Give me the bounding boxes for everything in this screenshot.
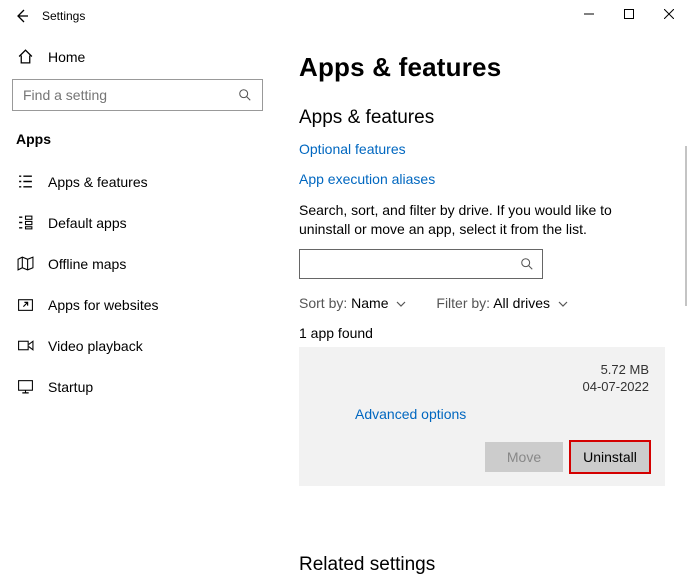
- app-search-box[interactable]: [299, 249, 543, 279]
- sidebar-item-apps-websites[interactable]: Apps for websites: [0, 284, 275, 325]
- video-icon: [16, 337, 34, 354]
- filter-by-dropdown[interactable]: Filter by: All drives: [436, 295, 568, 311]
- page-title: Apps & features: [299, 52, 665, 83]
- sidebar-item-label: Video playback: [48, 338, 143, 354]
- sidebar-item-startup[interactable]: Startup: [0, 366, 275, 407]
- sidebar-item-apps-features[interactable]: Apps & features: [0, 161, 275, 202]
- close-icon: [664, 9, 674, 19]
- startup-icon: [16, 378, 34, 395]
- list-icon: [16, 173, 34, 190]
- sort-label: Sort by:: [299, 295, 347, 311]
- filter-label: Filter by:: [436, 295, 490, 311]
- sort-by-dropdown[interactable]: Sort by: Name: [299, 295, 406, 311]
- sidebar-home-label: Home: [48, 49, 85, 65]
- back-button[interactable]: [6, 0, 38, 32]
- app-execution-aliases-link[interactable]: App execution aliases: [299, 171, 665, 187]
- sort-value: Name: [351, 295, 388, 311]
- sidebar-item-label: Apps for websites: [48, 297, 159, 313]
- chevron-down-icon: [558, 300, 568, 308]
- sidebar-item-label: Default apps: [48, 215, 127, 231]
- sidebar: Home Apps Apps & features Default apps O…: [0, 32, 275, 587]
- uninstall-button[interactable]: Uninstall: [571, 442, 649, 472]
- section-heading: Apps & features: [299, 107, 665, 129]
- sidebar-item-label: Apps & features: [48, 174, 148, 190]
- open-external-icon: [16, 296, 34, 313]
- filter-value: All drives: [493, 295, 550, 311]
- sidebar-item-label: Startup: [48, 379, 93, 395]
- scrollbar[interactable]: [685, 146, 687, 306]
- maximize-button[interactable]: [609, 0, 649, 28]
- optional-features-link[interactable]: Optional features: [299, 141, 665, 157]
- find-setting-search[interactable]: [12, 79, 263, 111]
- minimize-icon: [584, 9, 594, 19]
- sidebar-item-label: Offline maps: [48, 256, 126, 272]
- sidebar-item-default-apps[interactable]: Default apps: [0, 202, 275, 243]
- sidebar-section-header: Apps: [0, 125, 275, 161]
- search-icon: [520, 257, 534, 271]
- map-icon: [16, 255, 34, 272]
- arrow-left-icon: [15, 9, 29, 23]
- sidebar-home[interactable]: Home: [0, 42, 275, 75]
- sidebar-item-video-playback[interactable]: Video playback: [0, 325, 275, 366]
- maximize-icon: [624, 9, 634, 19]
- app-date: 04-07-2022: [583, 378, 650, 396]
- window-title: Settings: [42, 9, 85, 23]
- app-size: 5.72 MB: [583, 361, 650, 379]
- window-controls: [569, 0, 689, 28]
- app-count: 1 app found: [299, 325, 665, 341]
- defaults-icon: [16, 214, 34, 231]
- related-settings-heading: Related settings: [299, 554, 665, 576]
- minimize-button[interactable]: [569, 0, 609, 28]
- find-setting-input[interactable]: [23, 87, 238, 103]
- section-description: Search, sort, and filter by drive. If yo…: [299, 201, 665, 239]
- move-button: Move: [485, 442, 563, 472]
- app-list-item[interactable]: 5.72 MB 04-07-2022 Advanced options Move…: [299, 347, 665, 486]
- advanced-options-link[interactable]: Advanced options: [315, 396, 649, 442]
- home-icon: [16, 48, 34, 65]
- search-icon: [238, 88, 252, 102]
- content-pane: Apps & features Apps & features Optional…: [275, 32, 689, 587]
- sidebar-item-offline-maps[interactable]: Offline maps: [0, 243, 275, 284]
- chevron-down-icon: [396, 300, 406, 308]
- close-button[interactable]: [649, 0, 689, 28]
